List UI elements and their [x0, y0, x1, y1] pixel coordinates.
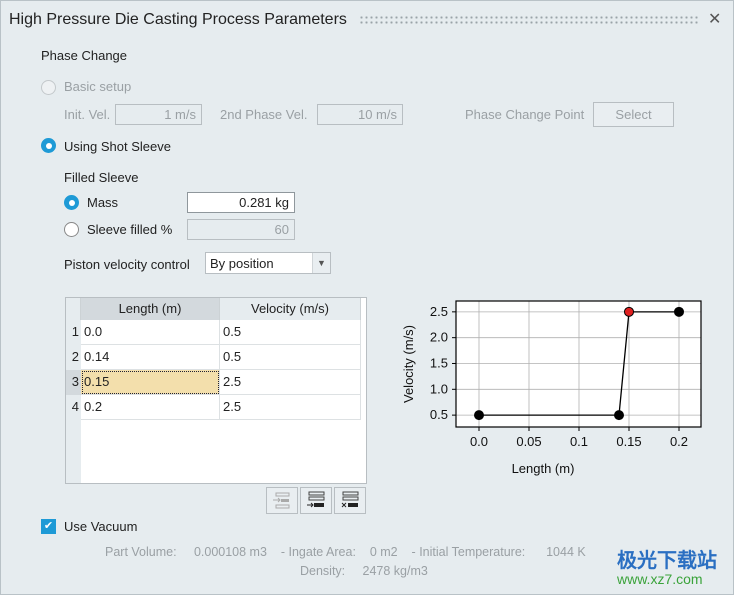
- append-row-icon[interactable]: [300, 487, 332, 514]
- x-tick-label: 0.15: [616, 434, 641, 449]
- phase-change-point-label: Phase Change Point: [465, 107, 585, 122]
- data-point: [474, 410, 484, 421]
- data-point: [624, 306, 634, 317]
- mass-radio[interactable]: [64, 195, 79, 210]
- y-tick-label: 2.5: [430, 304, 448, 319]
- y-tick-label: 2.0: [430, 330, 448, 345]
- delete-row-icon[interactable]: [334, 487, 366, 514]
- shot-sleeve-label: Using Shot Sleeve: [64, 139, 171, 154]
- watermark-logo: 极光下载站: [617, 550, 717, 572]
- basic-setup-radio[interactable]: [41, 80, 56, 95]
- ingate-label: Ingate Area:: [288, 545, 356, 559]
- shot-sleeve-radio[interactable]: [41, 138, 56, 153]
- y-tick-label: 1.5: [430, 355, 448, 370]
- piston-velocity-value: By position: [210, 256, 274, 271]
- select-button[interactable]: Select: [593, 102, 674, 127]
- cell-velocity[interactable]: 0.5: [220, 345, 361, 370]
- second-vel-field[interactable]: 10 m/s: [317, 104, 403, 125]
- plot-area: [456, 301, 701, 427]
- part-volume-value: 0.000108 m3: [193, 545, 267, 559]
- data-point: [674, 306, 684, 317]
- basic-setup-label: Basic setup: [64, 79, 132, 94]
- data-point: [614, 410, 624, 421]
- use-vacuum-label: Use Vacuum: [64, 519, 138, 534]
- column-header-length[interactable]: Length (m): [81, 298, 220, 320]
- cell-length[interactable]: 0.15: [81, 370, 220, 395]
- separator: -: [280, 545, 286, 559]
- density-label: Density:: [300, 564, 346, 578]
- second-vel-label: 2nd Phase Vel.: [220, 107, 308, 122]
- table-corner[interactable]: [66, 298, 81, 320]
- velocity-chart: 0.0 0.05 0.1 0.15 0.2 0.5 1.0 1.5 2.0 2.5 Length …: [401, 300, 702, 476]
- row-number[interactable]: 2: [66, 345, 81, 370]
- density-line: Density: 2478 kg/m3: [300, 564, 428, 578]
- sleeve-filled-radio[interactable]: [64, 222, 79, 237]
- init-vel-field[interactable]: 1 m/s: [115, 104, 202, 125]
- piston-velocity-select[interactable]: By position ▼: [205, 252, 331, 274]
- phase-change-heading: Phase Change: [41, 48, 128, 63]
- cell-velocity[interactable]: 2.5: [220, 370, 361, 395]
- init-vel-label: Init. Vel.: [64, 107, 111, 122]
- cell-length[interactable]: 0.14: [81, 345, 220, 370]
- cell-length[interactable]: 0.0: [81, 320, 220, 345]
- row-number[interactable]: 3: [66, 370, 81, 395]
- x-tick-label: 0.05: [516, 434, 541, 449]
- use-vacuum-checkbox[interactable]: ✔: [41, 519, 56, 534]
- cell-velocity[interactable]: 0.5: [220, 320, 361, 345]
- separator: -: [411, 545, 416, 559]
- temp-label: Initial Temperature:: [419, 545, 526, 559]
- watermark-url: www.xz7.com: [617, 571, 703, 587]
- density-value: 2478 kg/m3: [362, 564, 428, 578]
- info-line: Part Volume: 0.000108 m3 - Ingate Area: …: [105, 545, 586, 559]
- mass-field[interactable]: 0.281 kg: [187, 192, 295, 213]
- insert-row-icon[interactable]: [266, 487, 298, 514]
- sleeve-filled-field[interactable]: 60: [187, 219, 295, 240]
- filled-sleeve-heading: Filled Sleeve: [64, 170, 139, 185]
- temp-value: 1044 K: [546, 545, 586, 559]
- close-icon[interactable]: ✕: [708, 9, 721, 29]
- y-axis-label: Velocity (m/s): [401, 325, 416, 403]
- row-number[interactable]: 1: [66, 320, 81, 345]
- x-tick-label: 0.2: [670, 434, 688, 449]
- cell-length[interactable]: 0.2: [81, 395, 220, 420]
- column-header-velocity[interactable]: Velocity (m/s): [220, 298, 361, 320]
- row-number[interactable]: 4: [66, 395, 81, 420]
- x-tick-label: 0.1: [570, 434, 588, 449]
- mass-label: Mass: [87, 195, 119, 210]
- x-tick-label: 0.0: [470, 434, 488, 449]
- y-tick-label: 0.5: [430, 407, 448, 422]
- x-axis-label: Length (m): [512, 461, 575, 476]
- title-drag-handle[interactable]: [359, 15, 699, 25]
- window-title: High Pressure Die Casting Process Parame…: [9, 11, 347, 28]
- y-tick-label: 1.0: [430, 381, 448, 396]
- piston-velocity-label: Piston velocity control: [64, 257, 190, 272]
- ingate-value: 0 m2: [369, 545, 398, 559]
- part-volume-label: Part Volume:: [105, 545, 177, 559]
- sleeve-filled-label: Sleeve filled %: [87, 222, 173, 237]
- velocity-table[interactable]: Length (m) Velocity (m/s) 1 0.0 0.5 2 0.1…: [65, 297, 367, 484]
- cell-velocity[interactable]: 2.5: [220, 395, 361, 420]
- chevron-down-icon[interactable]: ▼: [312, 253, 330, 273]
